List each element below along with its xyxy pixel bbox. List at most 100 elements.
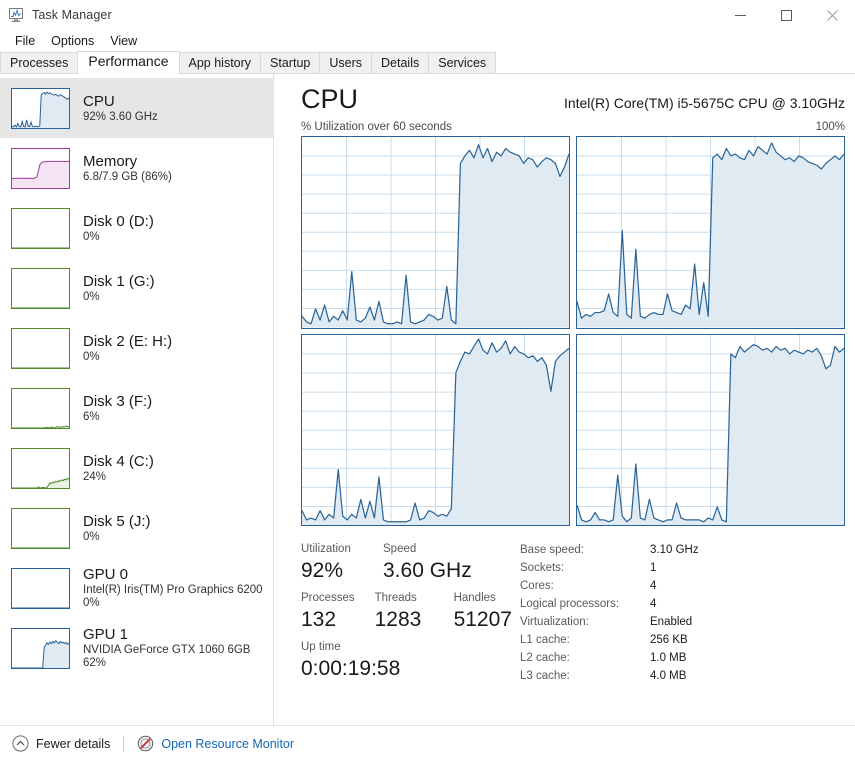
sidebar-item-disk-1-g[interactable]: Disk 1 (G:) 0% (0, 258, 273, 318)
sidebar-item-info: Disk 2 (E: H:) 0% (83, 333, 172, 364)
detail-value: 4.0 MB (650, 670, 687, 682)
sidebar-thumbnail (11, 267, 70, 309)
detail-label: Cores: (520, 580, 554, 592)
fewer-details-button[interactable]: Fewer details (12, 735, 110, 752)
stats-row-3: Up time 0:00:19:58 (301, 639, 506, 682)
menu-view[interactable]: View (102, 32, 145, 50)
tab-strip: Processes Performance App history Startu… (0, 51, 855, 74)
stat-threads-label: Threads (374, 592, 417, 604)
minimize-button[interactable] (717, 0, 763, 30)
sidebar-item-cpu[interactable]: CPU 92% 3.60 GHz (0, 78, 273, 138)
sidebar-thumbnail (11, 627, 70, 669)
sidebar-item-memory[interactable]: Memory 6.8/7.9 GB (86%) (0, 138, 273, 198)
window-title: Task Manager (32, 8, 112, 22)
detail-value: 256 KB (650, 634, 688, 646)
stat-speed-value: 3.60 GHz (383, 559, 472, 582)
detail-value: Enabled (650, 616, 693, 628)
sidebar-item-disk-2-e-h[interactable]: Disk 2 (E: H:) 0% (0, 318, 273, 378)
sidebar-item-disk-4-c[interactable]: Disk 4 (C:) 24% (0, 438, 273, 498)
graph-caption: % Utilization over 60 seconds (301, 121, 452, 133)
sidebar-item-info: Disk 4 (C:) 24% (83, 453, 154, 484)
sidebar-item-sublabel: 92% 3.60 GHz (83, 110, 158, 123)
menu-options[interactable]: Options (43, 32, 102, 50)
footer-bar: Fewer details Open Resource Monitor (0, 725, 855, 761)
sidebar-item-disk-0-d[interactable]: Disk 0 (D:) 0% (0, 198, 273, 258)
graph-max-label: 100% (815, 121, 845, 133)
panel-header: CPU Intel(R) Core(TM) i5-5675C CPU @ 3.1… (301, 84, 845, 115)
sidebar-item-label: Disk 4 (C:) (83, 452, 154, 470)
sidebar-item-info: GPU 0 Intel(R) Iris(TM) Pro Graphics 6200… (83, 566, 263, 610)
graph-axis-labels: % Utilization over 60 seconds 100% (301, 121, 845, 133)
detail-label: Sockets: (520, 562, 565, 574)
sidebar-item-label: GPU 0 (83, 566, 129, 583)
stat-processes: Processes 132 (301, 590, 375, 633)
sidebar-item-disk-5-j[interactable]: Disk 5 (J:) 0% (0, 498, 273, 558)
menu-file[interactable]: File (7, 32, 43, 50)
tab-processes[interactable]: Processes (0, 52, 79, 73)
sidebar-item-label: Disk 3 (F:) (83, 392, 153, 410)
sidebar-item-gpu-0[interactable]: GPU 0 Intel(R) Iris(TM) Pro Graphics 6200… (0, 558, 273, 618)
sidebar-item-disk-3-f[interactable]: Disk 3 (F:) 6% (0, 378, 273, 438)
stat-handles: Handles 51207 (453, 590, 512, 633)
stats-area: Utilization 92% Speed 3.60 GHz Processes… (301, 541, 845, 685)
maximize-button[interactable] (763, 0, 809, 30)
detail-value: 4 (650, 598, 657, 610)
cpu-core-graphs (301, 136, 845, 526)
cpu-graph-1 (576, 136, 845, 329)
stat-speed-label: Speed (383, 543, 417, 555)
sidebar-item-sublabel: Intel(R) Iris(TM) Pro Graphics 6200 (83, 584, 263, 596)
stat-threads: Threads 1283 (375, 590, 454, 633)
detail-label: L2 cache: (520, 652, 570, 664)
sidebar-thumbnail (11, 147, 70, 189)
stats-primary: Utilization 92% Speed 3.60 GHz Processes… (301, 541, 512, 685)
stat-utilization: Utilization 92% (301, 541, 383, 584)
tab-details[interactable]: Details (371, 52, 430, 73)
sidebar-item-label: Disk 0 (D:) (83, 212, 154, 230)
tab-performance[interactable]: Performance (77, 51, 180, 74)
resource-monitor-icon (137, 735, 154, 752)
tab-app-history[interactable]: App history (178, 52, 262, 73)
stat-speed: Speed 3.60 GHz (383, 541, 472, 584)
detail-label: Logical processors: (520, 598, 620, 610)
detail-label: L1 cache: (520, 634, 570, 646)
sidebar-item-sublabel: 0% (83, 230, 100, 243)
tab-startup[interactable]: Startup (260, 52, 321, 73)
footer-divider (123, 735, 125, 752)
resource-sidebar: CPU 92% 3.60 GHz Memory 6.8/7.9 GB (86%) Dis… (0, 74, 274, 725)
sidebar-item-info: CPU 92% 3.60 GHz (83, 93, 158, 124)
sidebar-item-sublabel: 0% (83, 530, 100, 543)
open-resource-monitor-link[interactable]: Open Resource Monitor (137, 735, 294, 752)
tab-services[interactable]: Services (428, 52, 497, 73)
page-title: CPU (301, 84, 359, 114)
close-button[interactable] (809, 0, 855, 30)
stats-row-1: Utilization 92% Speed 3.60 GHz (301, 541, 506, 584)
sidebar-item-label: Disk 1 (G:) (83, 272, 155, 290)
tab-users[interactable]: Users (319, 52, 373, 73)
sidebar-item-sublabel: 6% (83, 410, 100, 423)
sidebar-thumbnail (11, 207, 70, 249)
stat-handles-label: Handles (453, 592, 496, 604)
detail-value: 4 (650, 580, 657, 592)
open-resource-monitor-label: Open Resource Monitor (161, 736, 295, 751)
sidebar-thumbnail (11, 507, 70, 549)
stat-handles-value: 51207 (453, 608, 512, 631)
sidebar-item-gpu-1[interactable]: GPU 1 NVIDIA GeForce GTX 1060 6GB 62% (0, 618, 273, 678)
sidebar-item-sublabel: NVIDIA GeForce GTX 1060 6GB (83, 644, 251, 656)
cpu-model: Intel(R) Core(TM) i5-5675C CPU @ 3.10GHz (563, 95, 845, 111)
sidebar-item-info: Memory 6.8/7.9 GB (86%) (83, 153, 172, 184)
sidebar-item-info: Disk 1 (G:) 0% (83, 273, 155, 304)
sidebar-item-label: Disk 2 (E: H:) (83, 332, 173, 350)
cpu-detail-panel: CPU Intel(R) Core(TM) i5-5675C CPU @ 3.1… (274, 74, 855, 725)
sidebar-item-label: GPU 1 (83, 626, 129, 643)
content-body: CPU 92% 3.60 GHz Memory 6.8/7.9 GB (86%) Dis… (0, 74, 855, 725)
detail-value: 3.10 GHz (650, 544, 699, 556)
stat-processes-value: 132 (301, 608, 337, 631)
stat-utilization-label: Utilization (301, 543, 351, 555)
sidebar-thumbnail (11, 87, 70, 129)
sidebar-thumbnail (11, 567, 70, 609)
detail-label: Virtualization: (520, 616, 589, 628)
stat-processes-label: Processes (301, 592, 355, 604)
stat-uptime-label: Up time (301, 641, 341, 653)
chevron-up-circle-icon (12, 735, 29, 752)
detail-label: L3 cache: (520, 670, 570, 682)
